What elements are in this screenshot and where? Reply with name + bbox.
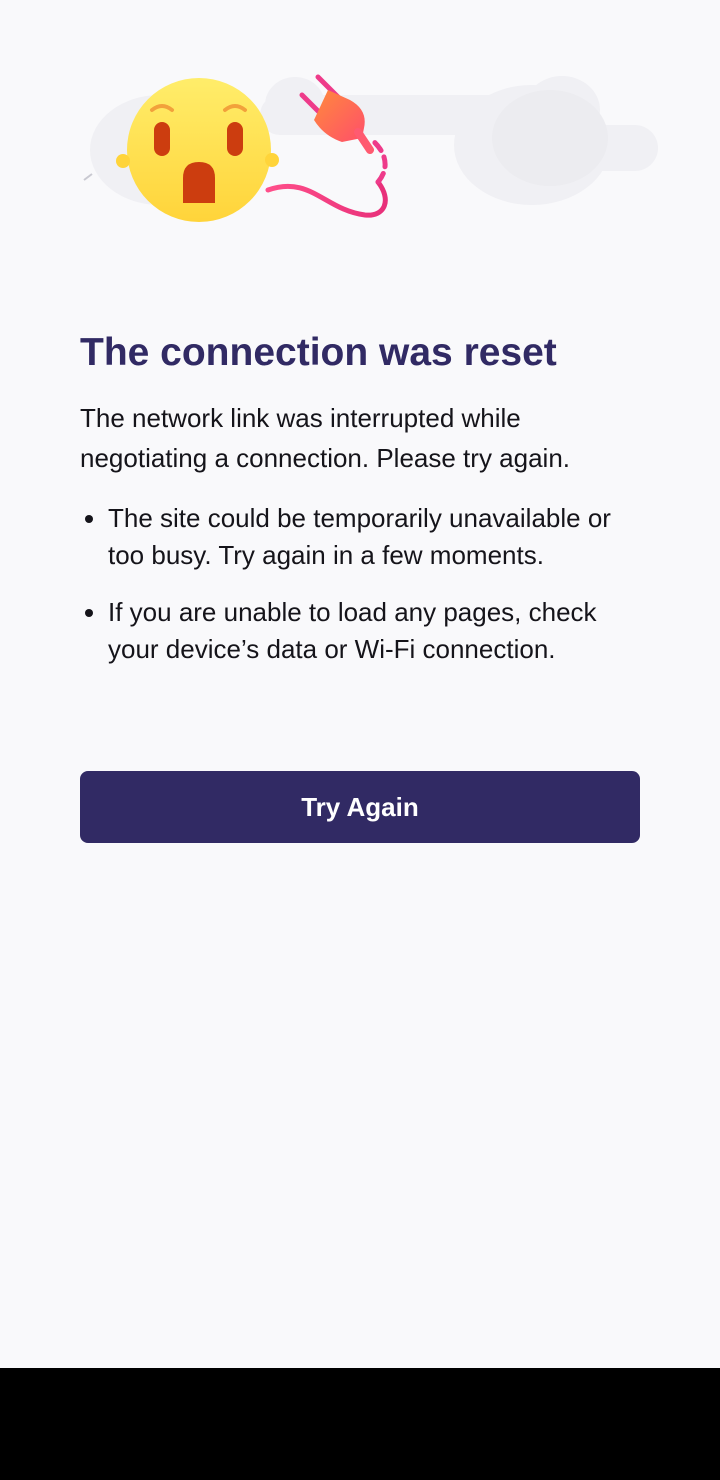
error-description: The network link was interrupted while n… [80,403,571,473]
connection-error-illustration [83,74,658,222]
system-navigation-bar [0,1368,720,1480]
error-page: The connection was reset The network lin… [0,0,720,1368]
suggestion-item: The site could be temporarily unavailabl… [80,500,640,574]
page-title: The connection was reset [80,331,557,374]
bullet-icon [85,515,93,523]
bullet-icon [85,609,93,617]
try-again-button[interactable]: Try Again [80,771,640,843]
suggestion-item: If you are unable to load any pages, che… [80,594,640,668]
suggestion-text: The site could be temporarily unavailabl… [108,503,611,570]
suggestion-list: The site could be temporarily unavailabl… [80,500,640,668]
suggestion-text: If you are unable to load any pages, che… [108,597,597,664]
error-content: The connection was reset The network lin… [80,330,640,688]
